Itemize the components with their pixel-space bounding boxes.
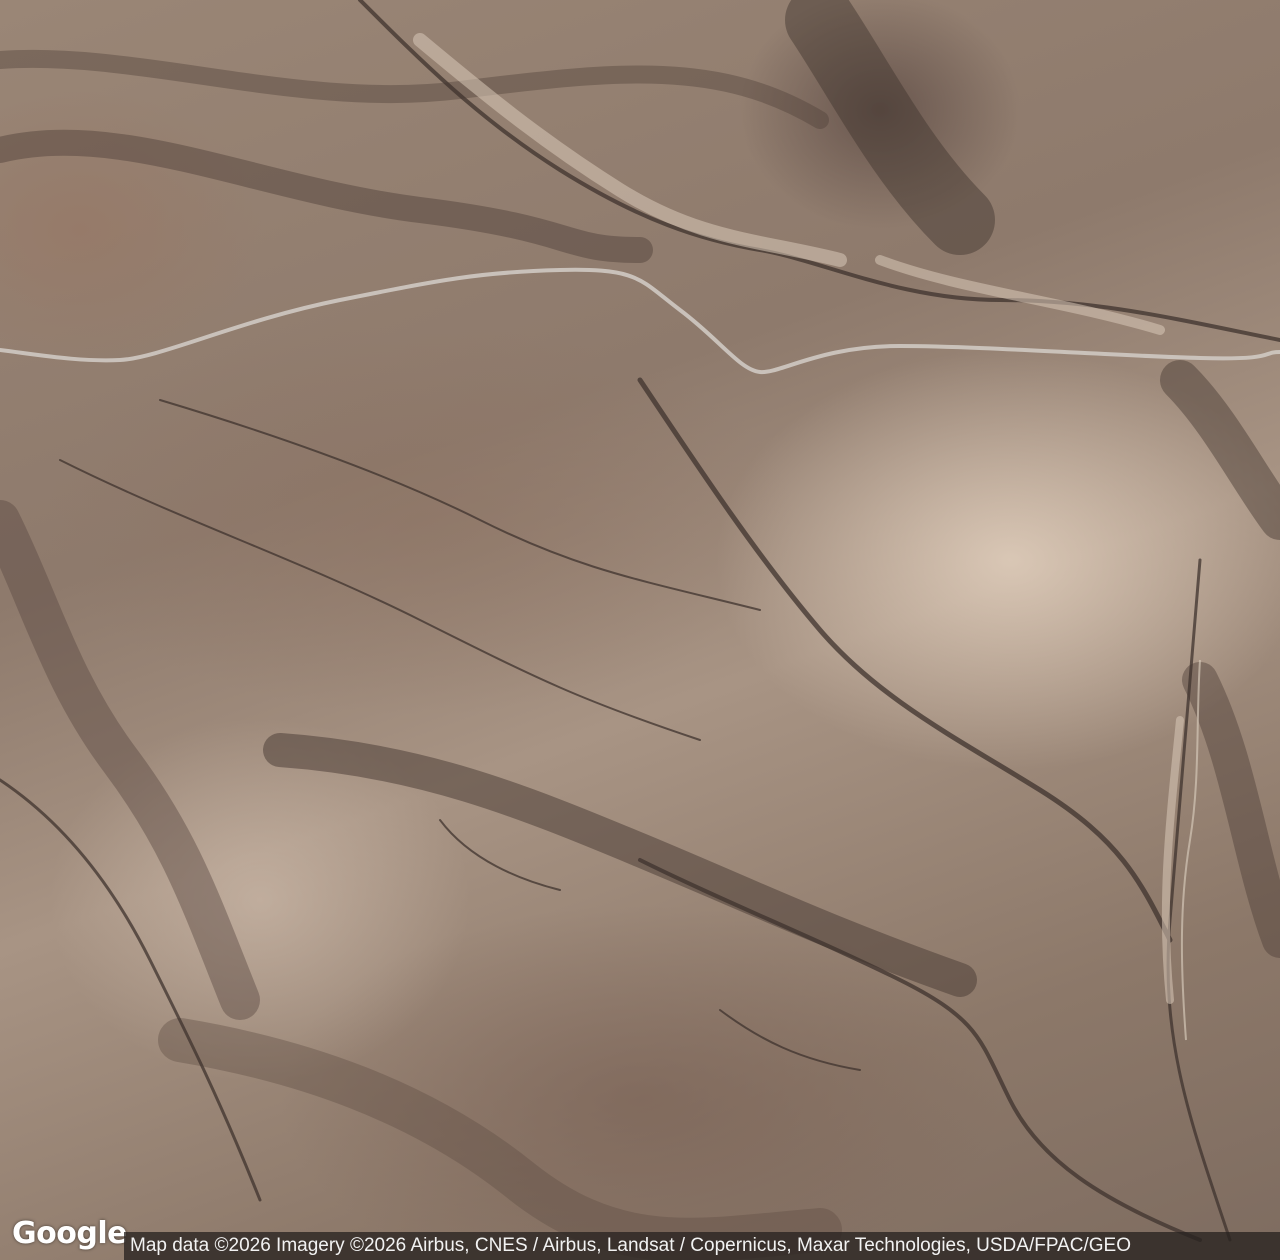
ridge-shadow: [785, 0, 995, 255]
ridge-shadow: [158, 1018, 842, 1260]
attribution-text: Map data ©2026 Imagery ©2026 Airbus, CNE…: [130, 1235, 1131, 1256]
stream-channel: [638, 858, 1202, 1242]
wash-bed: [1161, 716, 1184, 1004]
google-logo: Google: [12, 1216, 127, 1251]
stream-channel: [719, 1009, 861, 1071]
stream-channel: [59, 459, 701, 741]
ridge-shadow: [0, 49, 829, 129]
stream-channel: [159, 399, 761, 611]
ridge-shadow: [1160, 360, 1280, 540]
satellite-map[interactable]: Google Map data ©2026 Imagery ©2026 Airb…: [0, 0, 1280, 1260]
ridge-shadow: [0, 500, 260, 1020]
ridge-shadow: [263, 733, 977, 997]
dirt-track: [1180, 659, 1201, 1041]
wash-bed: [875, 255, 1165, 335]
map-attribution: Map data ©2026 Imagery ©2026 Airbus, CNE…: [124, 1232, 1280, 1260]
stream-channel: [439, 819, 561, 891]
stream-channel: [637, 377, 1173, 943]
highway-road: [0, 267, 1280, 375]
ridge-shadow: [1182, 662, 1280, 958]
terrain-imagery: [0, 0, 1280, 1260]
